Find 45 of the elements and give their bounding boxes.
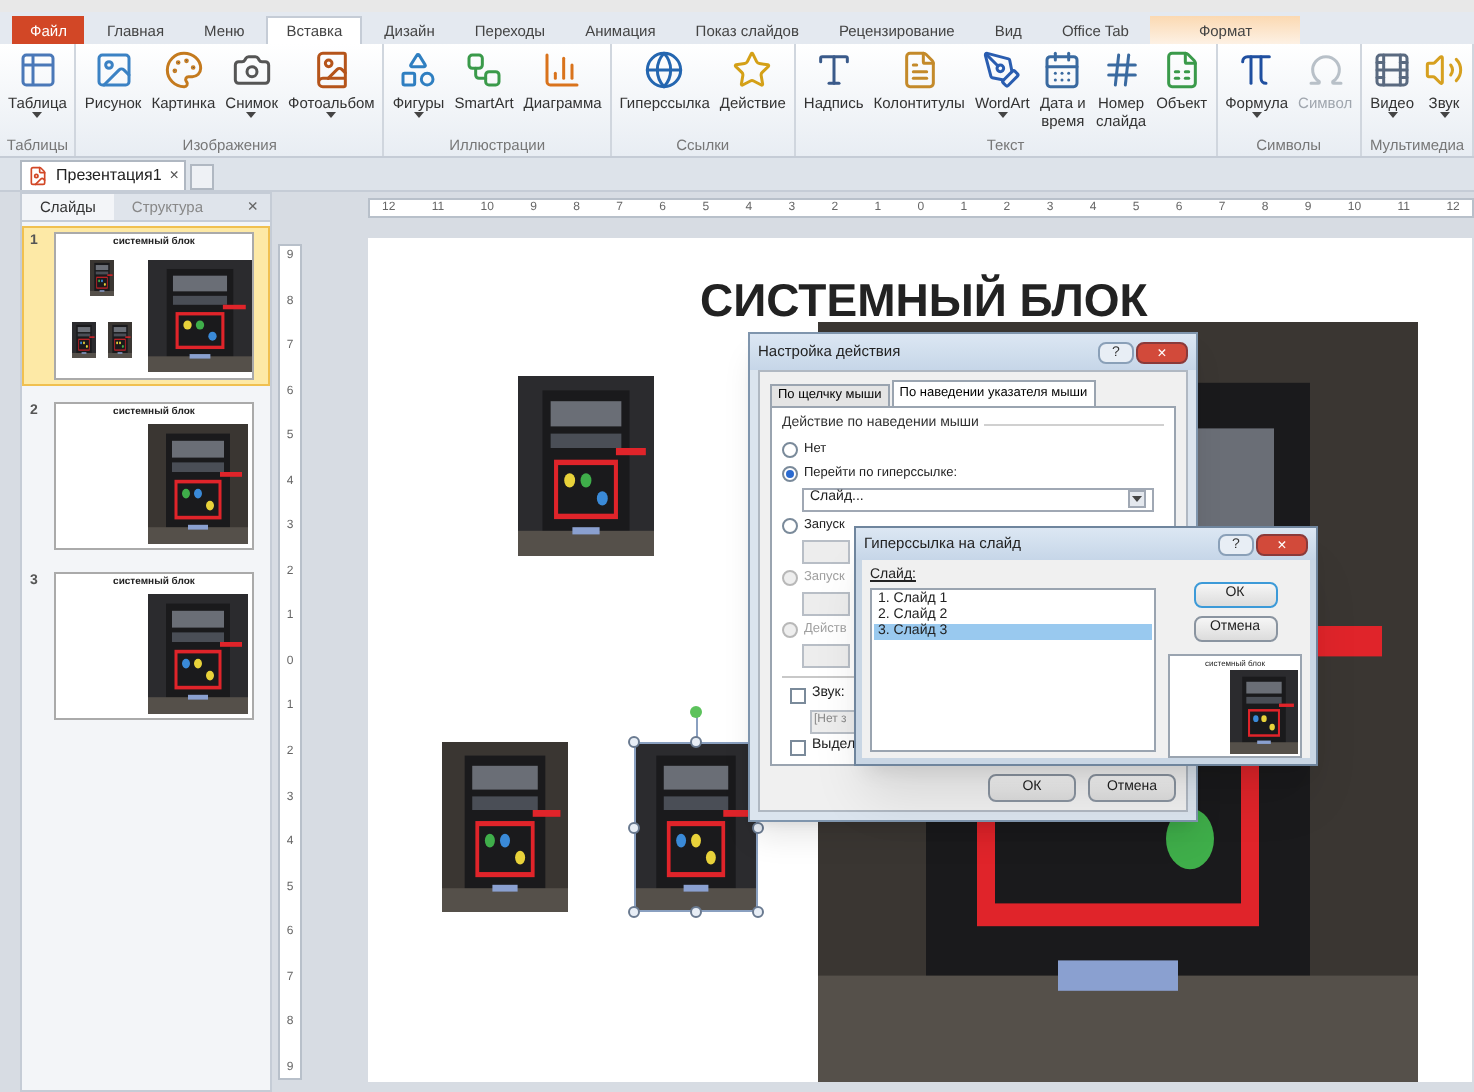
checkbox[interactable] [790, 739, 806, 755]
input-field[interactable] [802, 539, 850, 563]
radio-button[interactable] [782, 441, 798, 457]
caret-icon [997, 112, 1008, 118]
image-icon [93, 50, 134, 90]
spreadsheet-icon [1161, 50, 1202, 90]
caret-icon [32, 112, 43, 118]
pi-icon [1236, 50, 1277, 90]
document-icon [899, 50, 940, 90]
close-button[interactable]: × [235, 194, 270, 220]
globe-icon [644, 50, 685, 90]
caret-icon [1251, 112, 1262, 118]
close-button[interactable]: × [1136, 341, 1188, 363]
chart-icon [542, 50, 583, 90]
caret-icon [1387, 112, 1398, 118]
input-field[interactable] [802, 591, 850, 615]
table-icon [17, 50, 58, 90]
pen-icon [982, 50, 1023, 90]
camera-icon [231, 50, 272, 90]
workflow-icon [463, 50, 504, 90]
caret-icon [1439, 112, 1449, 118]
calendar-icon [1042, 50, 1083, 90]
new-tab-icon[interactable] [190, 164, 215, 190]
dropdown-arrow-icon [1132, 496, 1142, 502]
speaker-icon [1424, 50, 1464, 90]
close-button[interactable]: × [1256, 533, 1308, 555]
photo-album-icon [311, 50, 352, 90]
star-icon [732, 50, 773, 90]
caret-icon [413, 112, 424, 118]
presentation-icon [28, 166, 48, 186]
hash-icon [1101, 50, 1142, 90]
close-button[interactable]: × [169, 164, 179, 188]
palette-icon [163, 50, 204, 90]
radio-button[interactable] [782, 517, 798, 533]
input-field[interactable] [802, 643, 850, 667]
document-tab[interactable]: Презентация1 × [20, 160, 187, 190]
slide-title: СИСТЕМНЫЙ БЛОК [700, 272, 1148, 330]
checkbox[interactable] [790, 687, 806, 703]
shapes-icon [398, 50, 439, 90]
omega-icon [1305, 50, 1346, 90]
text-box-icon [813, 50, 854, 90]
film-icon [1372, 50, 1413, 90]
caret-icon [246, 112, 257, 118]
radio-button[interactable] [782, 465, 798, 481]
caret-icon [326, 112, 337, 118]
